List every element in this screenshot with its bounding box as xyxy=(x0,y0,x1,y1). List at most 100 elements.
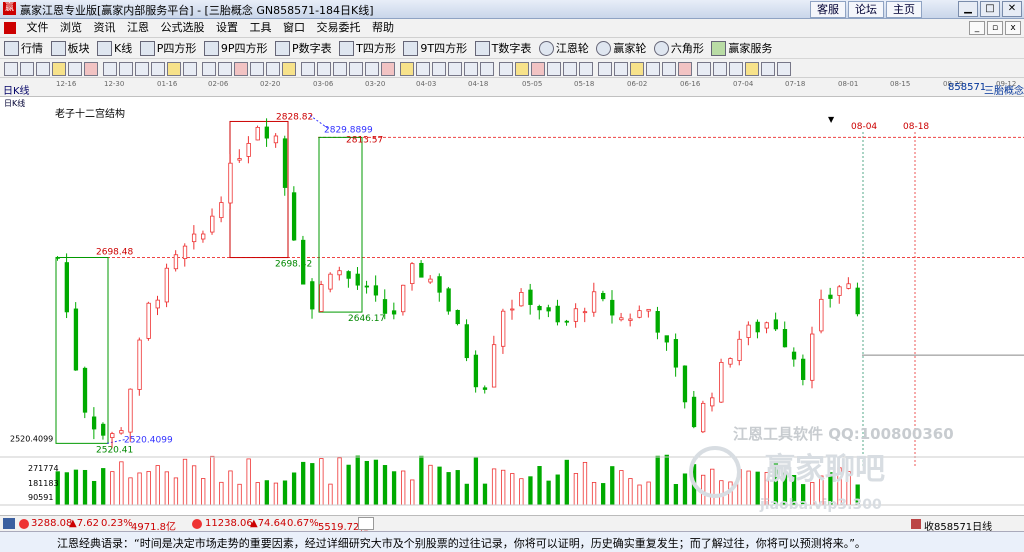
tool-icon[interactable] xyxy=(317,62,331,76)
tool-icon[interactable] xyxy=(416,62,430,76)
volume-bar xyxy=(382,465,388,506)
volume-bar xyxy=(128,477,133,506)
close-button[interactable]: ✕ xyxy=(1002,1,1022,17)
menu-tools[interactable]: 工具 xyxy=(246,19,276,37)
tool-icon[interactable] xyxy=(400,62,414,76)
title-bar: 赢 赢家江恩专业版[赢家内部服务平台] - [三胎概念 GN858571-184… xyxy=(0,0,1024,19)
tool-icon[interactable] xyxy=(713,62,727,76)
volume-bar xyxy=(391,471,397,506)
menu-browse[interactable]: 浏览 xyxy=(56,19,86,37)
tool-icon[interactable] xyxy=(432,62,446,76)
tool-icon[interactable] xyxy=(381,62,395,76)
tool-gann-wheel[interactable]: 江恩轮 xyxy=(538,38,589,58)
child-close-button[interactable]: x xyxy=(1005,21,1021,35)
tool-icon[interactable] xyxy=(777,62,791,76)
tool-hexagon[interactable]: 六角形 xyxy=(653,38,704,58)
tool-icon[interactable] xyxy=(448,62,462,76)
link-kefu[interactable]: 客服 xyxy=(810,1,846,18)
tool-icon[interactable] xyxy=(282,62,296,76)
tool-kline[interactable]: K线 xyxy=(97,38,132,58)
tool-icon[interactable] xyxy=(301,62,315,76)
tool-icon[interactable] xyxy=(151,62,165,76)
link-luntan[interactable]: 论坛 xyxy=(848,1,884,18)
tool-icon[interactable] xyxy=(4,62,18,76)
tool-p-table[interactable]: P数字表 xyxy=(275,38,332,58)
candle xyxy=(310,281,315,310)
tool-icon[interactable] xyxy=(729,62,743,76)
tool-icon[interactable] xyxy=(266,62,280,76)
link-zhuye[interactable]: 主页 xyxy=(886,1,922,18)
candle xyxy=(855,287,860,315)
menu-trade[interactable]: 交易委托 xyxy=(313,19,365,37)
menu-gann[interactable]: 江恩 xyxy=(123,19,153,37)
tool-service[interactable]: 赢家服务 xyxy=(711,38,772,58)
tool-icon[interactable] xyxy=(103,62,117,76)
chart-canvas[interactable]: 日K线老子十二宫结构 ▼ 08-04 08-18 2828.82 2829.8899281… xyxy=(0,97,1024,515)
tool-icon[interactable] xyxy=(480,62,494,76)
tool-icon[interactable] xyxy=(234,62,248,76)
minimize-button[interactable]: ▁ xyxy=(958,1,978,17)
tool-9t-square[interactable]: 9T四方形 xyxy=(403,38,467,58)
volume-bar xyxy=(291,472,297,506)
volume-bar xyxy=(82,469,88,506)
tool-icon[interactable] xyxy=(598,62,612,76)
tool-icon[interactable] xyxy=(365,62,379,76)
candle xyxy=(846,283,851,289)
tool-icon[interactable] xyxy=(745,62,759,76)
tool-icon[interactable] xyxy=(531,62,545,76)
tool-t-table[interactable]: T数字表 xyxy=(474,38,531,58)
tool-icon[interactable] xyxy=(646,62,660,76)
tool-icon[interactable] xyxy=(563,62,577,76)
tool-icon[interactable] xyxy=(579,62,593,76)
child-minimize-button[interactable]: _ xyxy=(969,21,985,35)
future-date: 08-04 xyxy=(851,122,877,132)
menu-window[interactable]: 窗口 xyxy=(279,19,309,37)
kline-chart[interactable]: 日K线 老子十二宫结构 ▼ 08-04 08-18 2828.82 2829.8899 281… xyxy=(0,97,1024,515)
tool-p-square[interactable]: P四方形 xyxy=(139,38,196,58)
tool-icon[interactable] xyxy=(515,62,529,76)
tool-bankuai[interactable]: 板块 xyxy=(50,38,90,58)
status-box-icon[interactable] xyxy=(358,517,374,530)
menu-settings[interactable]: 设置 xyxy=(212,19,242,37)
annotation: 2520.41 xyxy=(96,445,133,455)
tool-icon[interactable] xyxy=(68,62,82,76)
tool-hangqing[interactable]: 行情 xyxy=(4,38,43,58)
volume-bar xyxy=(282,480,288,506)
volume-bar xyxy=(355,455,360,506)
tool-icon[interactable] xyxy=(630,62,644,76)
annotation: 2698.42 xyxy=(275,260,312,270)
tool-icon[interactable] xyxy=(250,62,264,76)
tool-icon[interactable] xyxy=(614,62,628,76)
tool-winner-wheel[interactable]: 赢家轮 xyxy=(596,38,646,58)
tool-icon[interactable] xyxy=(135,62,149,76)
tool-icon[interactable] xyxy=(349,62,363,76)
tool-icon[interactable] xyxy=(333,62,347,76)
tool-icon[interactable] xyxy=(119,62,133,76)
tool-icon[interactable] xyxy=(202,62,216,76)
candle xyxy=(101,423,106,436)
tool-icon[interactable] xyxy=(84,62,98,76)
menu-formula[interactable]: 公式选股 xyxy=(157,19,209,37)
maximize-button[interactable]: □ xyxy=(980,1,1000,17)
tool-9p-square[interactable]: 9P四方形 xyxy=(203,38,268,58)
tool-icon[interactable] xyxy=(183,62,197,76)
tool-icon[interactable] xyxy=(218,62,232,76)
menu-file[interactable]: 文件 xyxy=(23,19,53,37)
tool-icon[interactable] xyxy=(167,62,181,76)
tool-icon[interactable] xyxy=(761,62,775,76)
menu-news[interactable]: 资讯 xyxy=(90,19,120,37)
tool-icon[interactable] xyxy=(36,62,50,76)
menu-help[interactable]: 帮助 xyxy=(368,19,398,37)
volume-bar xyxy=(201,478,206,506)
tool-icon[interactable] xyxy=(547,62,561,76)
tool-icon[interactable] xyxy=(464,62,478,76)
tool-icon[interactable] xyxy=(697,62,711,76)
child-restore-button[interactable]: ▫ xyxy=(987,21,1003,35)
tool-icon[interactable] xyxy=(20,62,34,76)
tool-icon[interactable] xyxy=(499,62,513,76)
tool-icon[interactable] xyxy=(52,62,66,76)
tool-icon[interactable] xyxy=(662,62,676,76)
tool-icon[interactable] xyxy=(678,62,692,76)
tool-t-square[interactable]: T四方形 xyxy=(339,38,396,58)
candle xyxy=(146,302,151,339)
